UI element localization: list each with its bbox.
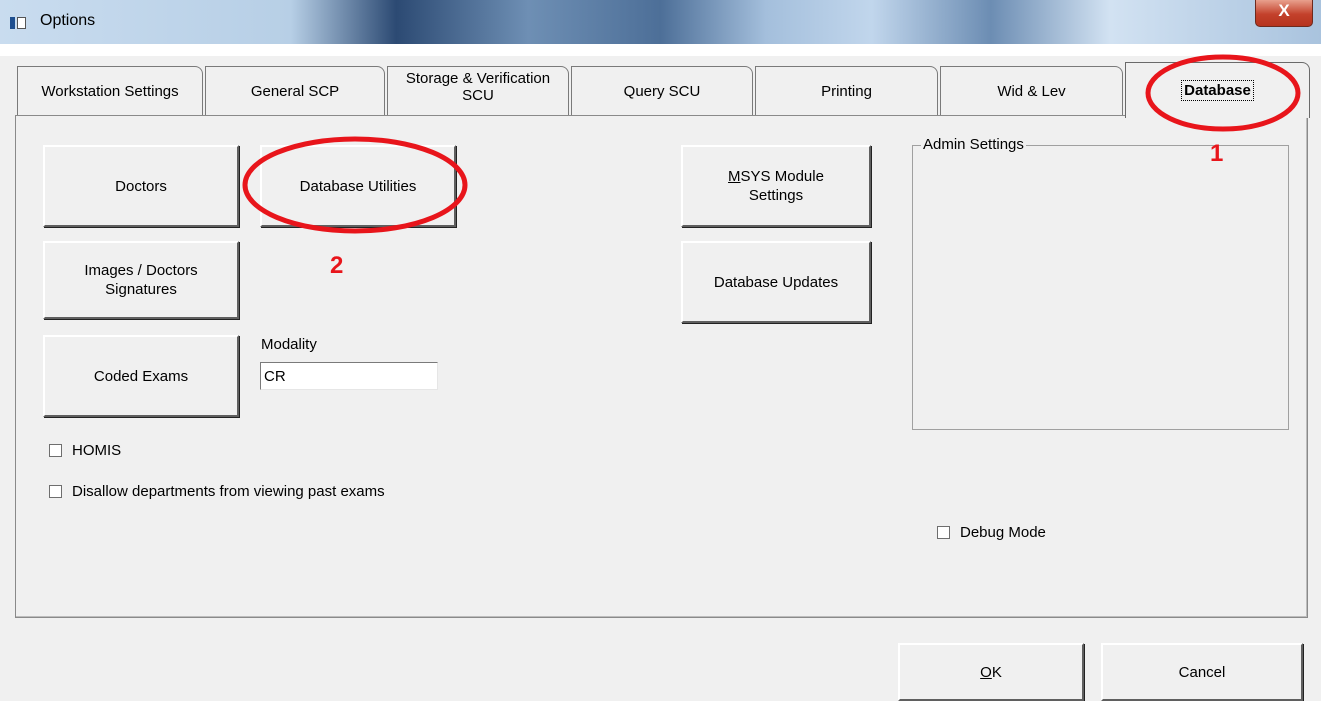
close-button[interactable]: X: [1255, 0, 1313, 27]
homis-checkbox-row[interactable]: HOMIS: [49, 442, 121, 459]
msys-module-settings-button[interactable]: MSYS Module Settings: [681, 145, 871, 227]
group-title: Admin Settings: [921, 136, 1026, 153]
checkbox-label: Debug Mode: [960, 524, 1046, 541]
button-label: OK: [980, 663, 1002, 682]
button-label-rest: SYS Module: [740, 168, 824, 185]
button-label: Cancel: [1178, 663, 1226, 681]
title-separator: [0, 44, 1321, 56]
tab-general-scp[interactable]: General SCP: [205, 66, 385, 116]
button-label: Database Updates: [713, 273, 839, 291]
window-title: Options: [40, 12, 96, 29]
tab-label: Storage & Verification SCU: [405, 70, 551, 104]
button-label: Doctors: [115, 177, 167, 195]
tab-label: General SCP: [250, 83, 340, 100]
button-label-line2: Settings: [748, 187, 804, 204]
button-label: Coded Exams: [93, 367, 189, 385]
button-label: Database Utilities: [299, 177, 417, 195]
tab-label: Workstation Settings: [41, 83, 179, 100]
tab-workstation-settings[interactable]: Workstation Settings: [17, 66, 203, 116]
tab-wid-lev[interactable]: Wid & Lev: [940, 66, 1123, 116]
modality-input[interactable]: [260, 362, 438, 390]
annotation-marker-2: 2: [330, 252, 344, 279]
admin-settings-group: Admin Settings: [912, 136, 1289, 430]
tab-database[interactable]: Database: [1125, 62, 1310, 118]
debug-mode-checkbox[interactable]: [937, 526, 950, 539]
tab-printing[interactable]: Printing: [755, 66, 938, 116]
app-icon: [10, 17, 26, 29]
tab-label: Query SCU: [623, 83, 701, 100]
tab-label: Database: [1181, 80, 1254, 101]
button-label-rest: K: [991, 663, 1002, 681]
button-label-line1: MSYS Module: [728, 167, 824, 186]
disallow-departments-checkbox[interactable]: [49, 485, 62, 498]
annotation-marker-1: 1: [1210, 140, 1224, 167]
mnemonic-letter: M: [728, 168, 741, 185]
images-doctors-signatures-button[interactable]: Images / Doctors Signatures: [43, 241, 239, 319]
modality-label: Modality: [261, 336, 317, 353]
tab-query-scu[interactable]: Query SCU: [571, 66, 753, 116]
tab-label: Printing: [821, 83, 872, 100]
checkbox-label: Disallow departments from viewing past e…: [72, 483, 385, 500]
database-tab-panel: Doctors Database Utilities Images / Doct…: [15, 115, 1308, 618]
database-utilities-button[interactable]: Database Utilities: [260, 145, 456, 227]
cancel-button[interactable]: Cancel: [1101, 643, 1303, 701]
title-bar: Options X: [0, 0, 1321, 44]
database-updates-button[interactable]: Database Updates: [681, 241, 871, 323]
tab-storage-verification-scu[interactable]: Storage & Verification SCU: [387, 66, 569, 116]
coded-exams-button[interactable]: Coded Exams: [43, 335, 239, 417]
button-label-line1: Images / Doctors: [84, 262, 198, 279]
tab-label: Wid & Lev: [997, 83, 1066, 100]
checkbox-label: HOMIS: [72, 442, 122, 459]
doctors-button[interactable]: Doctors: [43, 145, 239, 227]
disallow-departments-checkbox-row[interactable]: Disallow departments from viewing past e…: [49, 483, 385, 500]
homis-checkbox[interactable]: [49, 444, 62, 457]
ok-button[interactable]: OK: [898, 643, 1084, 701]
button-label-line2: Signatures: [105, 281, 177, 298]
debug-mode-checkbox-row[interactable]: Debug Mode: [937, 524, 1046, 541]
mnemonic-letter: O: [980, 663, 992, 681]
